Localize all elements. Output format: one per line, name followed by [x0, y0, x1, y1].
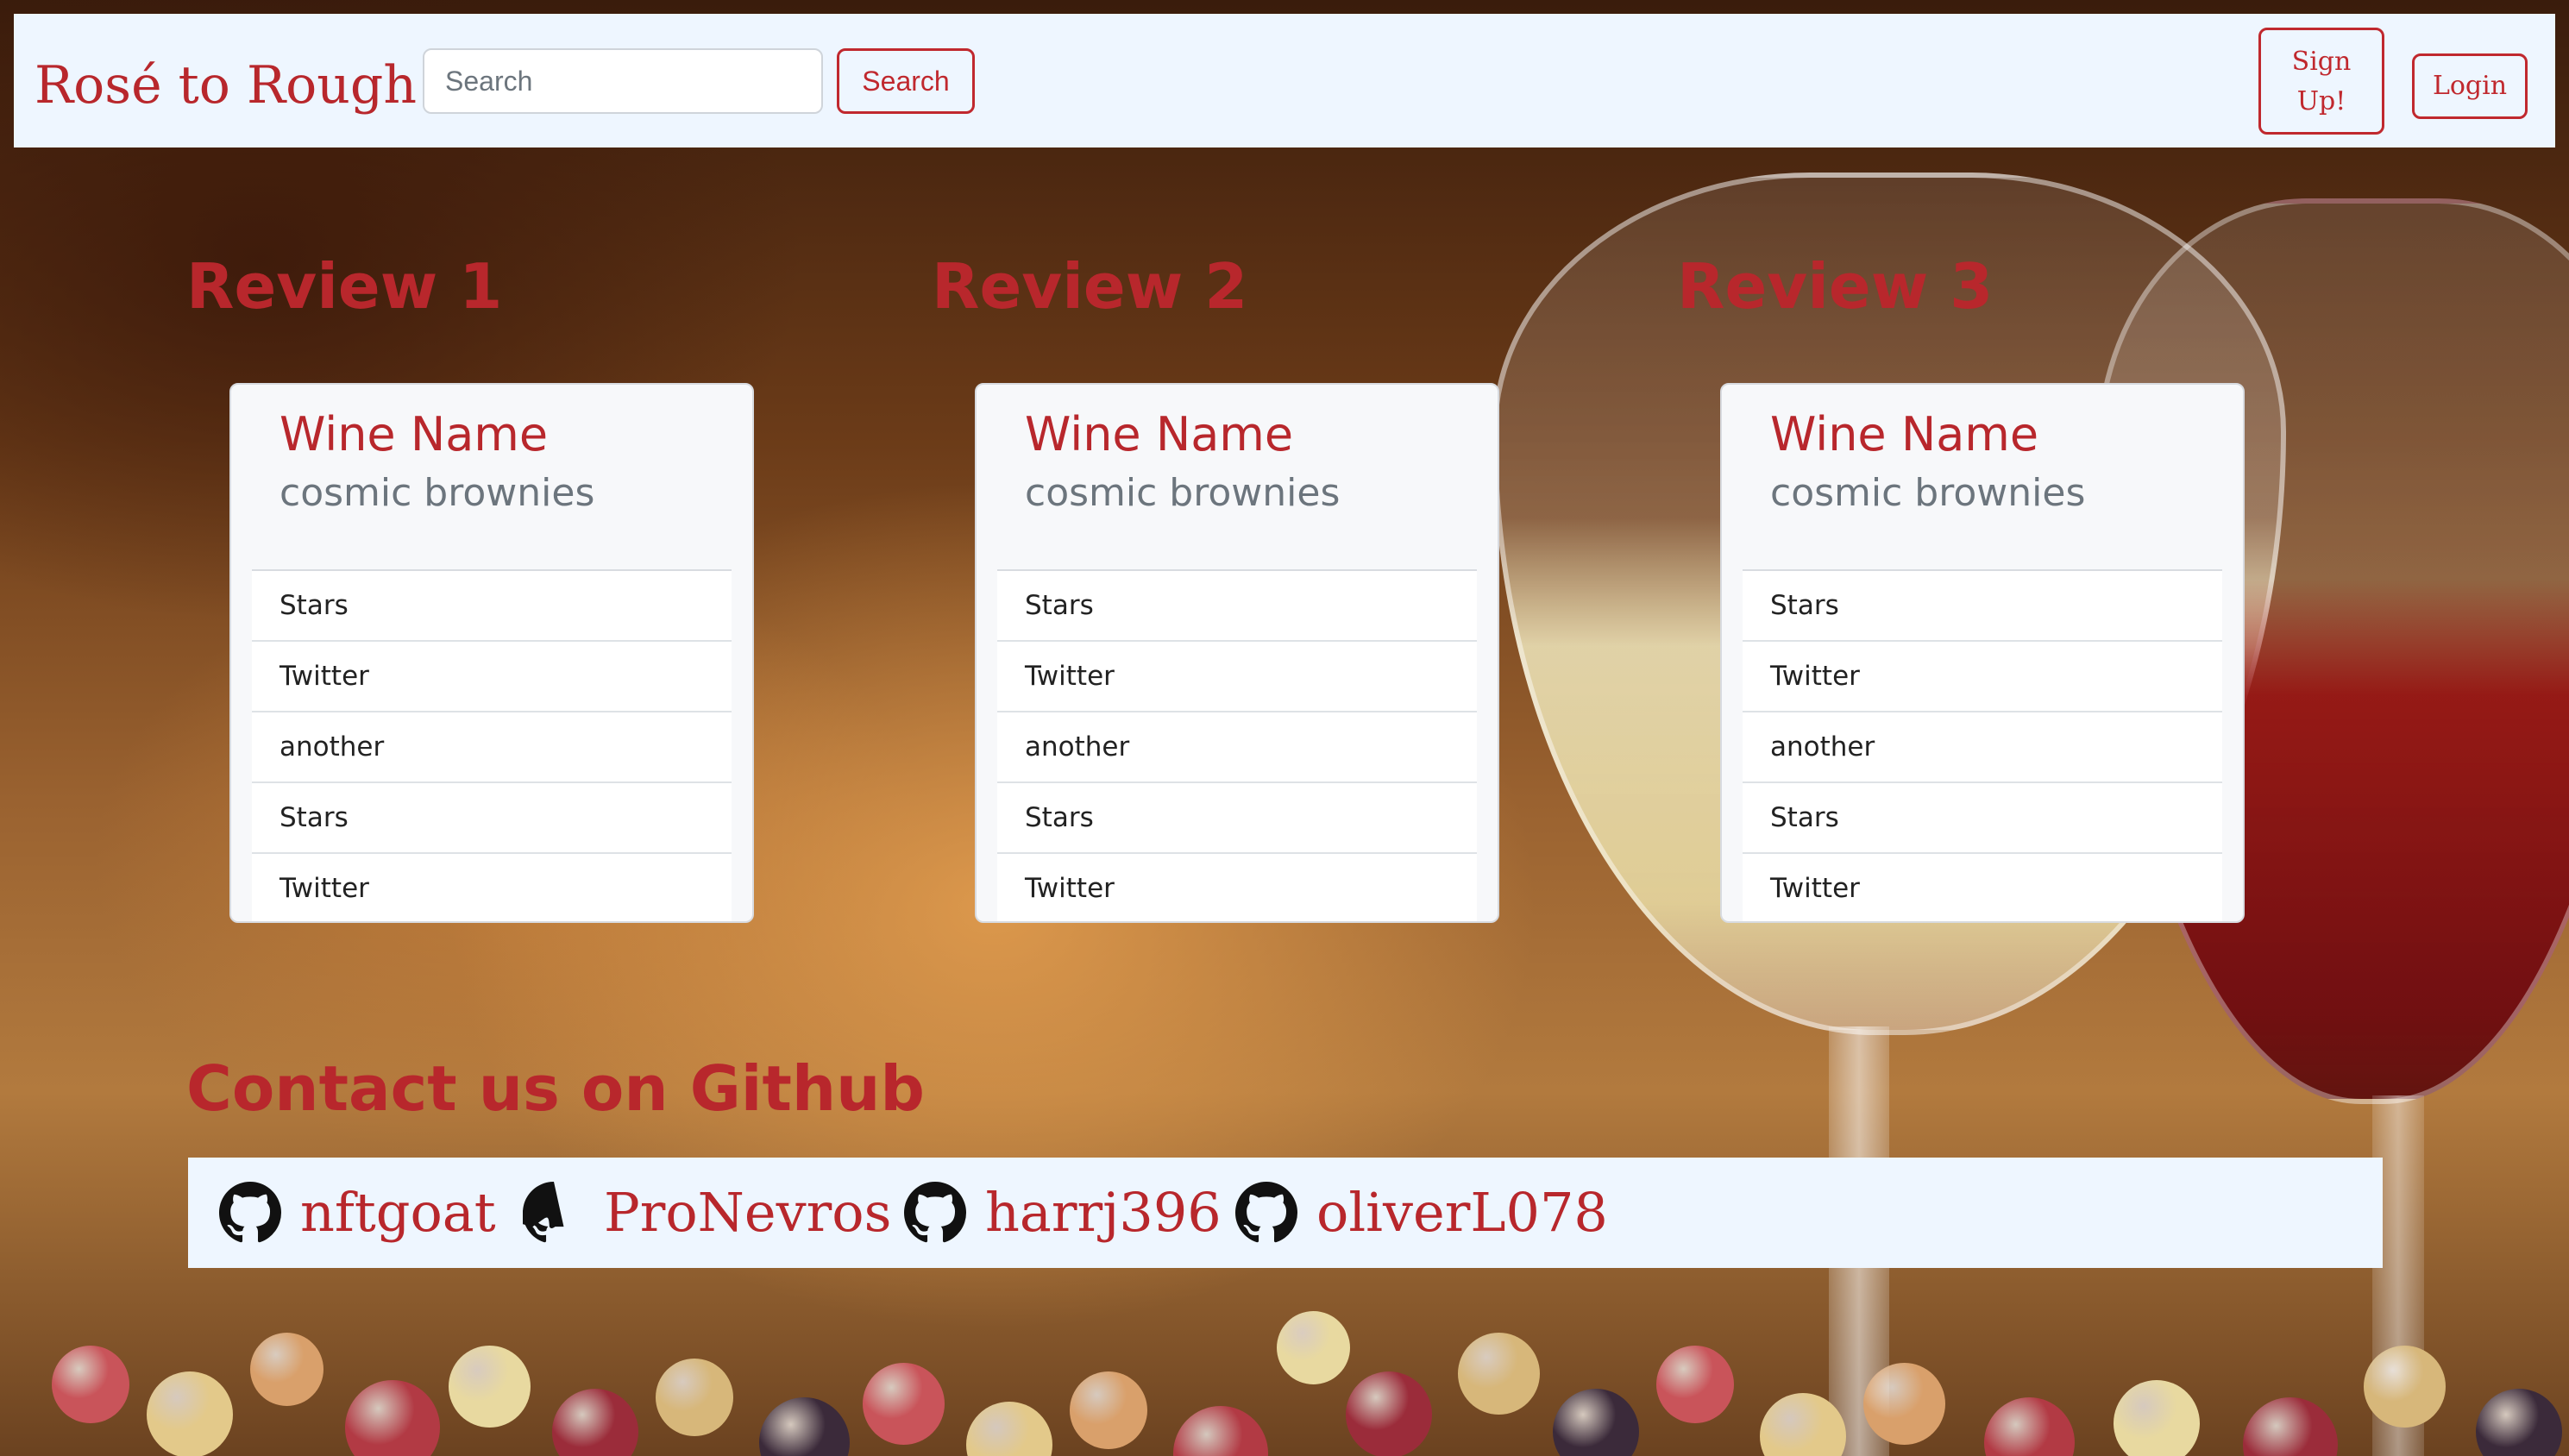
grape: [2476, 1389, 2562, 1456]
card-list: Stars Twitter another Stars Twitter: [997, 569, 1477, 921]
review-card-2: Wine Name cosmic brownies Stars Twitter …: [975, 383, 1499, 923]
grape: [1553, 1389, 1639, 1456]
list-item: another: [252, 712, 732, 783]
github-username: harrj396: [985, 1181, 1222, 1244]
list-item: Twitter: [1743, 642, 2222, 712]
list-item: Stars: [252, 571, 732, 642]
grape: [1984, 1397, 2075, 1456]
list-item: Twitter: [997, 854, 1477, 921]
grape: [1346, 1371, 1432, 1456]
grape: [1458, 1333, 1540, 1415]
grape: [1277, 1311, 1350, 1384]
github-username: oliverL078: [1316, 1181, 1608, 1244]
github-icon: [523, 1182, 564, 1243]
search-button[interactable]: Search: [837, 48, 975, 114]
github-icon: [904, 1182, 966, 1243]
grape: [2243, 1397, 2338, 1456]
card-subtitle: cosmic brownies: [280, 471, 595, 515]
list-item: another: [1743, 712, 2222, 783]
grape: [656, 1359, 733, 1436]
search-input[interactable]: [423, 48, 823, 114]
navbar: Rosé to Rough Search Sign Up! Login: [14, 14, 2555, 147]
list-item: Twitter: [252, 642, 732, 712]
review-heading-3: Review 3: [1677, 250, 1994, 323]
grape: [449, 1346, 531, 1428]
github-link-nftgoat[interactable]: nftgoat: [219, 1175, 496, 1251]
review-heading-1: Review 1: [186, 250, 503, 323]
list-item: Stars: [252, 783, 732, 854]
grape: [552, 1389, 638, 1456]
review-card-1: Wine Name cosmic brownies Stars Twitter …: [229, 383, 754, 923]
card-list: Stars Twitter another Stars Twitter: [252, 569, 732, 921]
grape: [1173, 1406, 1268, 1456]
list-item: Stars: [1743, 571, 2222, 642]
grape: [1863, 1363, 1945, 1445]
card-subtitle: cosmic brownies: [1025, 471, 1341, 515]
github-username: ProNevros: [604, 1181, 892, 1244]
list-item: another: [997, 712, 1477, 783]
login-button[interactable]: Login: [2412, 53, 2528, 119]
card-header: Wine Name cosmic brownies: [231, 385, 752, 569]
signup-label-line1: Sign: [2291, 47, 2352, 77]
card-list: Stars Twitter another Stars Twitter: [1743, 569, 2222, 921]
card-title: Wine Name: [280, 407, 549, 461]
github-icon: [1235, 1182, 1297, 1243]
card-title: Wine Name: [1770, 407, 2039, 461]
review-heading-2: Review 2: [932, 250, 1248, 323]
list-item: Stars: [1743, 783, 2222, 854]
signup-label-line2: Up!: [2296, 86, 2346, 116]
grape: [345, 1380, 440, 1456]
grape: [863, 1363, 945, 1445]
brand-logo[interactable]: Rosé to Rough: [35, 55, 417, 116]
list-item: Stars: [997, 783, 1477, 854]
contact-bar: nftgoat ProNevros harrj396 oliverL078: [188, 1158, 2383, 1268]
contact-heading: Contact us on Github: [186, 1052, 925, 1125]
list-item: Twitter: [997, 642, 1477, 712]
grape: [759, 1397, 850, 1456]
list-item: Twitter: [252, 854, 732, 921]
card-title: Wine Name: [1025, 407, 1294, 461]
grape: [2114, 1380, 2200, 1456]
github-icon: [219, 1182, 281, 1243]
github-username: nftgoat: [300, 1181, 496, 1244]
list-item: Stars: [997, 571, 1477, 642]
card-header: Wine Name cosmic brownies: [1722, 385, 2243, 569]
card-header: Wine Name cosmic brownies: [977, 385, 1498, 569]
card-subtitle: cosmic brownies: [1770, 471, 2086, 515]
grape: [2364, 1346, 2446, 1428]
grape: [966, 1402, 1052, 1456]
grape: [1656, 1346, 1734, 1423]
github-link-pronevros[interactable]: ProNevros: [523, 1175, 891, 1251]
grape: [1070, 1371, 1147, 1449]
grape: [250, 1333, 323, 1406]
grape: [147, 1371, 233, 1456]
grape: [52, 1346, 129, 1423]
list-item: Twitter: [1743, 854, 2222, 921]
github-link-harrj396[interactable]: harrj396: [904, 1175, 1222, 1251]
review-card-3: Wine Name cosmic brownies Stars Twitter …: [1720, 383, 2245, 923]
github-link-oliverl078[interactable]: oliverL078: [1235, 1175, 1608, 1251]
signup-button[interactable]: Sign Up!: [2258, 28, 2384, 135]
